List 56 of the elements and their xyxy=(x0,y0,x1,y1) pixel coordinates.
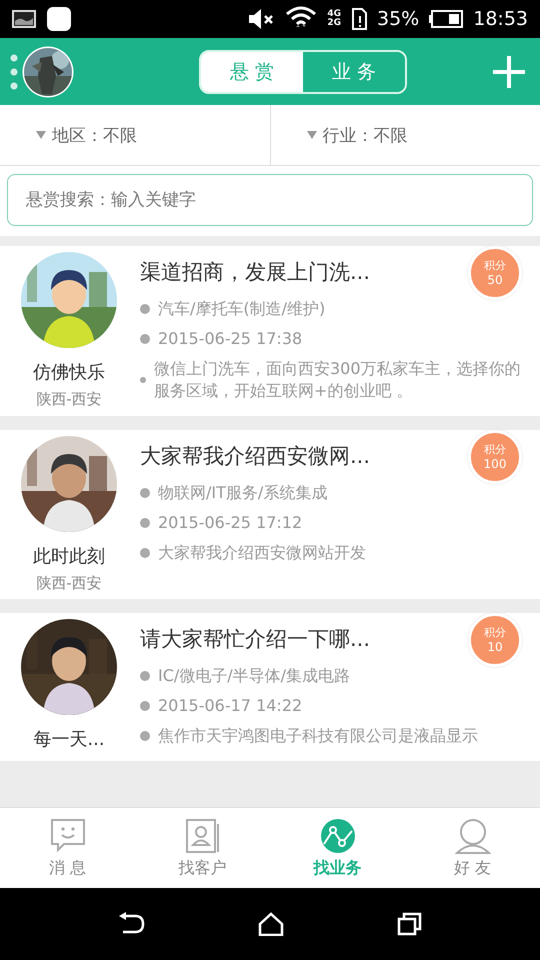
industry-tag: 汽车/摩托车(制造/维护) xyxy=(158,298,326,320)
dropdown-icon xyxy=(306,131,316,139)
post-description: 焦作市天宇鸿图电子科技有限公司是液晶显示 xyxy=(158,725,478,747)
post-card[interactable]: 每一天... 请大家帮忙介绍一下哪... IC/微电子/半导体/集成电路 2015-06-17 14:22 焦作市天宇鸿图电子科技有限公司是液晶显示 积分 10 xyxy=(0,613,540,761)
points-value: 10 xyxy=(487,640,503,655)
bullet-icon xyxy=(140,671,150,681)
post-title: 请大家帮忙介绍一下哪... xyxy=(140,626,370,653)
mute-icon xyxy=(247,8,276,30)
post-title: 大家帮我介绍西安微网... xyxy=(140,443,370,470)
bullet-icon xyxy=(140,334,150,344)
person-icon xyxy=(454,818,490,854)
post-description: 大家帮我介绍西安微网站开发 xyxy=(158,542,366,564)
bullet-icon xyxy=(140,304,150,314)
search-field[interactable]: 悬赏搜索：输入关键字 xyxy=(7,174,533,226)
post-time: 2015-06-25 17:12 xyxy=(158,512,302,534)
bullet-icon xyxy=(140,488,150,498)
points-value: 100 xyxy=(484,457,506,472)
user-location: 陕西-西安 xyxy=(36,574,102,593)
chat-icon xyxy=(50,818,86,854)
user-name: 此时此刻 xyxy=(33,545,105,568)
add-icon[interactable] xyxy=(492,54,526,88)
post-card[interactable]: 此时此刻 陕西-西安 大家帮我介绍西安微网... 物联网/IT服务/系统集成 2015-06-25 17:12 大家帮我介绍西安微网站开发 积分 100 xyxy=(0,430,540,599)
picture-notification-icon xyxy=(12,9,36,29)
bullet-icon xyxy=(140,375,146,385)
contact-card-icon xyxy=(184,818,220,854)
line-chart-icon xyxy=(320,818,356,854)
industry-tag: IC/微电子/半导体/集成电路 xyxy=(158,665,350,687)
segment-tab[interactable]: 悬 赏 xyxy=(201,52,303,92)
bullet-icon xyxy=(140,701,150,711)
network-label: 4G xyxy=(327,10,341,19)
user-location: 陕西-西安 xyxy=(36,390,102,409)
bullet-icon xyxy=(140,518,150,528)
post-description: 微信上门洗车，面向西安300万私家车主，选择你的服务区域，开始互联网+的创业吧 。 xyxy=(154,358,522,402)
bullet-icon xyxy=(140,548,150,558)
bullet-icon xyxy=(140,731,150,741)
clock-time: 18:53 xyxy=(473,8,528,30)
user-name: 仿佛快乐 xyxy=(33,361,105,384)
network-label: 2G xyxy=(327,19,341,28)
post-title: 渠道招商，发展上门洗... xyxy=(140,259,370,286)
app-notification-icon xyxy=(46,6,72,32)
points-label: 积分 xyxy=(484,258,506,273)
points-value: 50 xyxy=(487,273,503,288)
back-icon[interactable] xyxy=(116,912,145,936)
post-time: 2015-06-25 17:38 xyxy=(158,328,302,350)
user-name: 每一天... xyxy=(33,728,105,751)
sim-card-icon xyxy=(351,8,367,30)
recent-apps-icon[interactable] xyxy=(397,912,424,936)
points-label: 积分 xyxy=(484,625,506,640)
points-label: 积分 xyxy=(484,442,506,457)
industry-tag: 物联网/IT服务/系统集成 xyxy=(158,482,328,504)
post-card[interactable]: 仿佛快乐 陕西-西安 渠道招商，发展上门洗... 汽车/摩托车(制造/维护) 2015-06-25 17:38 微信上门洗车，面向西安300万私家车主，选择你的服务区域，开始互联网+的创业吧 。 积分 50 xyxy=(0,246,540,416)
home-icon[interactable] xyxy=(258,912,284,936)
battery-icon xyxy=(429,10,464,28)
dropdown-icon xyxy=(36,131,46,139)
post-time: 2015-06-17 14:22 xyxy=(158,695,302,717)
battery-percent: 35% xyxy=(377,8,420,30)
